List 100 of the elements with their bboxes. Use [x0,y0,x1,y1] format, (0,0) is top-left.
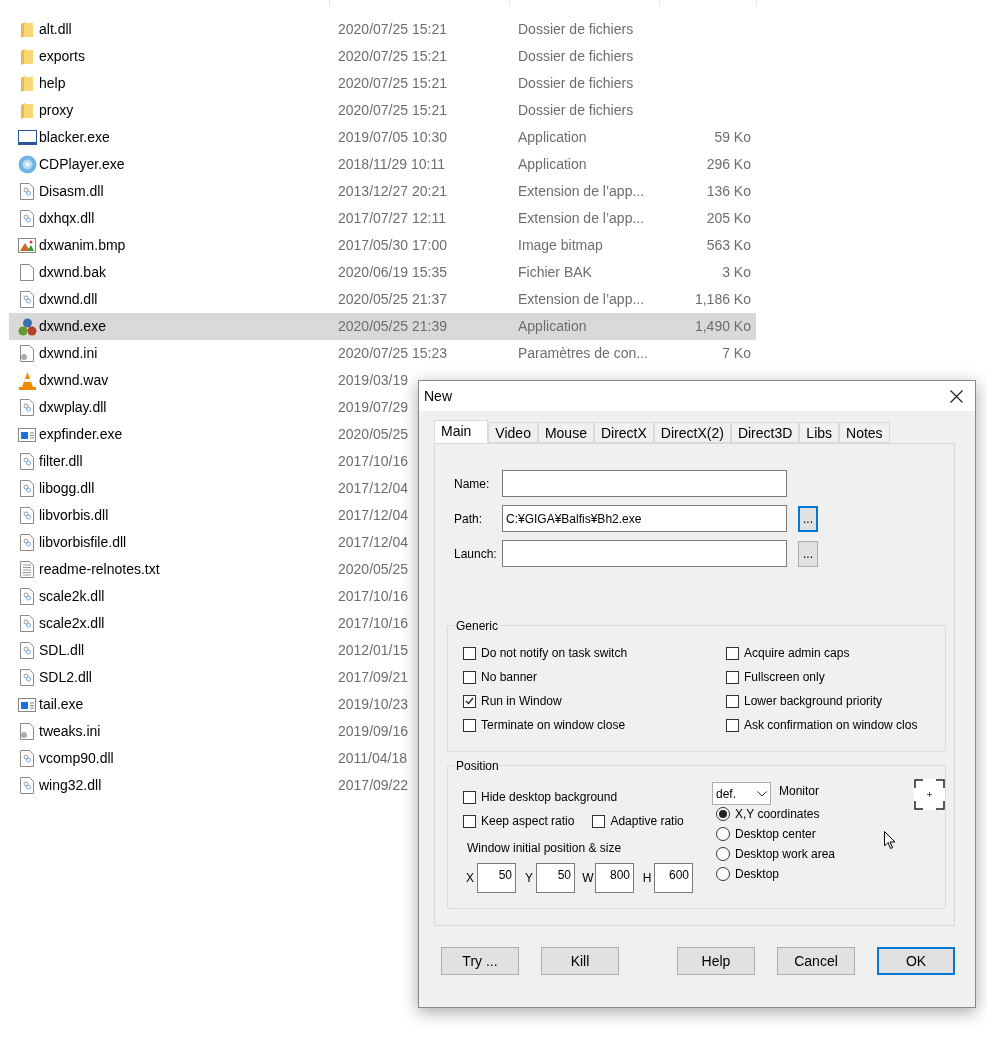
checkbox[interactable] [726,646,739,660]
file-row[interactable]: dxhqx.dll 2017/07/27 12:11 Extension de l’app... 205 Ko [9,205,756,232]
crosshair-icon[interactable] [914,779,945,810]
input-field[interactable]: 800 [595,863,634,893]
checkbox[interactable] [726,694,739,708]
file-type: Application [518,156,587,172]
checkbox-label: Keep aspect ratio [481,813,575,830]
checkbox[interactable] [463,646,476,660]
document-gear-icon [20,588,34,605]
coordinate-label: W [581,870,595,887]
file-name: dxwplay.dll [39,399,107,415]
file-name: libogg.dll [39,480,95,496]
input-field[interactable]: C:¥GIGA¥Balfis¥Bh2.exe [502,505,787,532]
checkbox-label: Run in Window [481,693,562,710]
file-size: 296 Ko [705,155,751,174]
tab[interactable]: Main [434,420,489,443]
file-row[interactable]: scale2k.dll 2017/10/16 [9,583,756,610]
dialog-button[interactable]: Cancel [777,947,855,975]
checkbox[interactable] [463,790,476,804]
document-gear-icon [20,642,34,659]
file-row[interactable]: exports 2020/07/25 15:21 Dossier de fichiers [9,43,756,70]
file-date: 2020/05/25 [338,426,409,442]
file-type: Fichier BAK [518,264,592,280]
file-row[interactable]: CDPlayer.exe 2018/11/29 10:11 Application 296 Ko [9,151,756,178]
checkbox-label: Do not notify on task switch [481,645,628,662]
coordinate-label: Y [524,870,534,887]
file-size: 3 Ko [721,263,751,282]
file-name: vcomp90.dll [39,750,114,766]
file-name: readme-relnotes.txt [39,561,160,577]
file-date: 2012/01/15 [338,642,409,658]
file-row[interactable]: alt.dll 2020/07/25 15:21 Dossier de fichiers [9,16,756,43]
balls-icon [17,317,37,336]
dialog-button[interactable]: Help [677,947,755,975]
close-icon[interactable] [950,389,963,403]
file-type: Application [518,318,587,334]
file-date: 2018/11/29 10:11 [338,156,445,172]
file-date: 2020/07/25 15:21 [338,48,447,64]
checkbox-label: Fullscreen only [744,669,825,686]
tab[interactable]: Mouse [537,422,594,443]
checkbox[interactable] [463,670,476,684]
file-type: Dossier de fichiers [518,21,634,37]
image-file-icon [18,238,36,253]
radio-button[interactable] [716,827,730,841]
file-name: blacker.exe [39,129,110,145]
file-size: 7 Ko [721,344,751,363]
checkbox[interactable] [463,694,476,708]
coordinate-label: H [641,870,653,887]
tab[interactable]: Video [488,422,538,443]
dialog-button[interactable]: Kill [541,947,619,975]
browse-button[interactable]: ... [798,505,818,532]
checkbox[interactable] [592,814,606,828]
tab[interactable]: Notes [839,422,890,443]
file-name: SDL2.dll [39,669,92,685]
file-date: 2020/07/25 15:21 [338,75,447,91]
file-type: Paramètres de con... [518,345,648,361]
file-name: tail.exe [39,696,84,712]
file-row[interactable]: dxwnd.ini 2020/07/25 15:23 Paramètres de con... 7 Ko [9,340,756,367]
file-date: 2017/07/27 12:11 [338,210,446,226]
browse-button[interactable]: ... [798,540,818,567]
checkbox-label: Hide desktop background [481,789,618,806]
dialog-button[interactable]: OK [877,947,955,975]
file-type: Dossier de fichiers [518,75,634,91]
checkbox[interactable] [463,718,476,732]
file-row[interactable]: proxy 2020/07/25 15:21 Dossier de fichiers [9,97,756,124]
caption: Window initial position & size [467,840,623,857]
checkbox[interactable] [463,814,476,828]
dialog-button[interactable]: Try ... [441,947,519,975]
file-row[interactable]: Disasm.dll 2013/12/27 20:21 Extension de l’app... 136 Ko [9,178,756,205]
input-field[interactable] [502,540,787,567]
file-row[interactable]: dxwnd.bak 2020/06/19 15:35 Fichier BAK 3 Ko [9,259,756,286]
document-gear-icon [20,777,34,794]
checkbox[interactable] [726,718,739,732]
file-row[interactable]: filter.dll 2017/10/16 [9,448,756,475]
tab[interactable]: DirectX [593,422,654,443]
tab[interactable]: Libs [799,422,840,443]
file-date: 2017/12/04 [338,534,409,550]
file-row[interactable]: dxwnd.dll 2020/05/25 21:37 Extension de l’app... 1,186 Ko [9,286,756,313]
file-row[interactable]: dxwnd.exe 2020/05/25 21:39 Application 1,490 Ko [9,313,756,340]
monitor-dropdown[interactable]: def. [712,782,771,805]
cone-icon [18,371,36,390]
input-field[interactable] [502,470,787,497]
input-field[interactable]: 50 [477,863,516,893]
radio-button[interactable] [716,867,730,881]
document-gear-icon [20,399,34,416]
input-field[interactable]: 50 [536,863,575,893]
file-date: 2017/10/16 [338,453,409,469]
radio-button[interactable] [716,807,730,821]
file-name: dxwnd.bak [39,264,106,280]
tab[interactable]: DirectX(2) [653,422,731,443]
file-row[interactable]: help 2020/07/25 15:21 Dossier de fichiers [9,70,756,97]
file-date: 2017/12/04 [338,507,409,523]
tab[interactable]: Direct3D [730,422,800,443]
checkbox[interactable] [726,670,739,684]
file-name: libvorbis.dll [39,507,109,523]
disc-icon [17,155,37,174]
input-field[interactable]: 600 [654,863,693,893]
radio-button[interactable] [716,847,730,861]
file-size: 59 Ko [713,128,751,147]
file-row[interactable]: blacker.exe 2019/07/05 10:30 Application 59 Ko [9,124,756,151]
file-row[interactable]: dxwanim.bmp 2017/05/30 17:00 Image bitmap 563 Ko [9,232,756,259]
